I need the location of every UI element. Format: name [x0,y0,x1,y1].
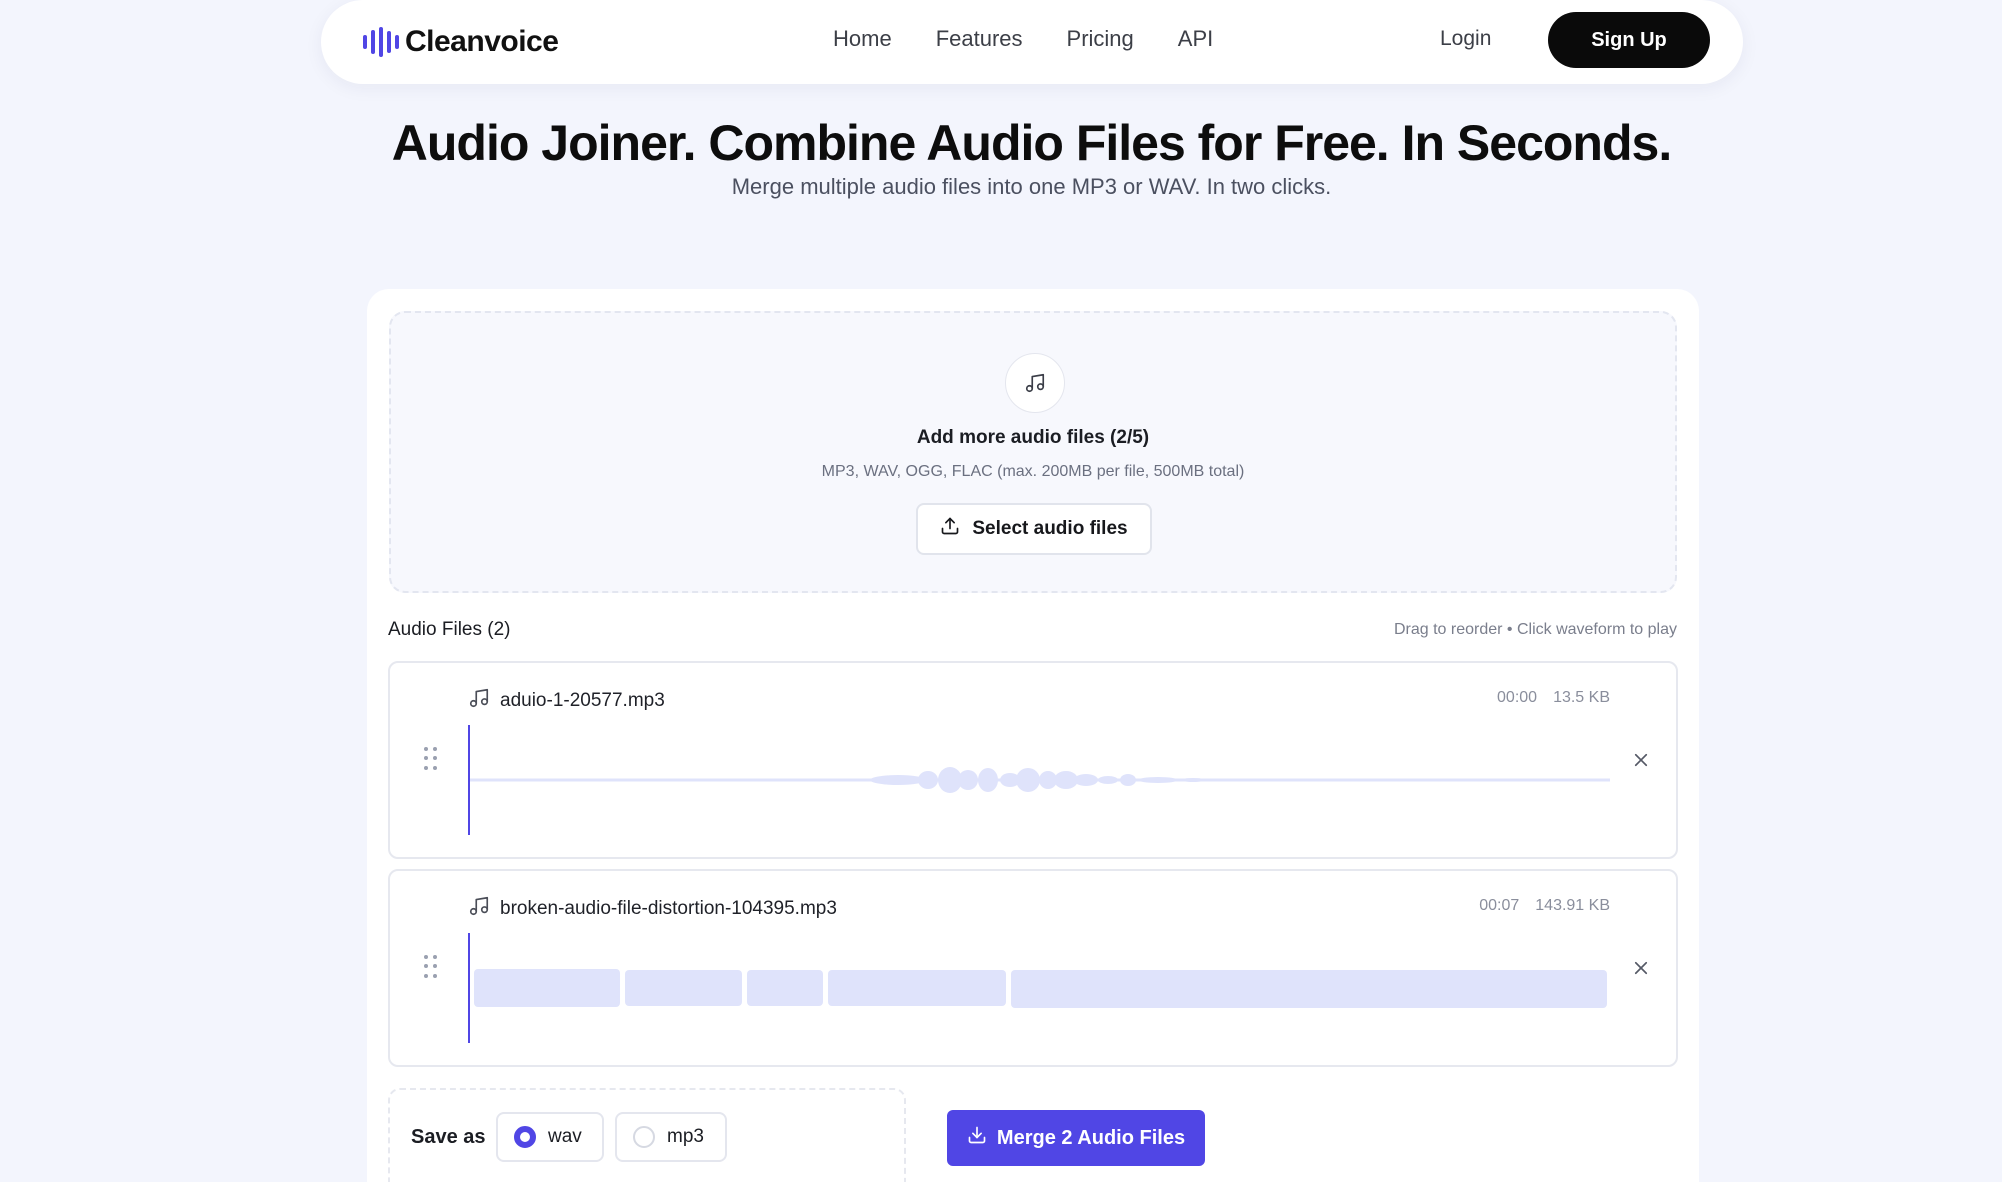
select-audio-files-label: Select audio files [972,518,1127,540]
file-name: broken-audio-file-distortion-104395.mp3 [500,898,837,920]
waveform[interactable] [468,725,1610,835]
remove-file-button[interactable] [1628,955,1654,981]
file-size: 13.5 KB [1553,689,1610,707]
audio-file-item[interactable]: aduio-1-20577.mp3 00:00 13.5 KB [388,661,1678,859]
radio-selected-icon [514,1126,536,1148]
format-option-label: mp3 [667,1126,704,1148]
output-format-box: Save as wav mp3 [388,1088,906,1182]
file-size: 143.91 KB [1535,897,1610,915]
waveform-logo-icon [363,27,399,57]
radio-unselected-icon [633,1126,655,1148]
drag-handle-icon[interactable] [424,747,438,771]
playhead[interactable] [468,933,470,1043]
file-name-row: aduio-1-20577.mp3 [468,687,665,714]
audio-files-heading: Audio Files (2) [388,619,511,641]
select-audio-files-button[interactable]: Select audio files [916,503,1152,555]
nav-links: Home Features Pricing API [833,24,1213,54]
nav-link-pricing[interactable]: Pricing [1067,24,1134,54]
drag-handle-icon[interactable] [424,955,438,979]
music-note-icon [468,687,490,714]
close-icon [1632,959,1650,977]
nav-link-home[interactable]: Home [833,24,892,54]
page-title: Audio Joiner. Combine Audio Files for Fr… [0,114,2002,172]
file-name: aduio-1-20577.mp3 [500,690,665,712]
upload-dropzone[interactable]: Add more audio files (2/5) MP3, WAV, OGG… [389,311,1677,593]
dropzone-title: Add more audio files (2/5) [391,427,1675,449]
format-option-wav[interactable]: wav [496,1112,604,1162]
upload-icon [940,516,960,542]
signup-button[interactable]: Sign Up [1548,12,1710,68]
login-link[interactable]: Login [1440,24,1491,54]
merge-button-label: Merge 2 Audio Files [997,1127,1185,1150]
close-icon [1632,751,1650,769]
audio-file-item[interactable]: broken-audio-file-distortion-104395.mp3 … [388,869,1678,1067]
remove-file-button[interactable] [1628,747,1654,773]
download-icon [967,1125,987,1151]
merge-audio-files-button[interactable]: Merge 2 Audio Files [947,1110,1205,1166]
file-meta: 00:00 13.5 KB [1497,689,1610,707]
file-duration: 00:00 [1497,689,1537,707]
playhead[interactable] [468,725,470,835]
top-navbar: Cleanvoice Home Features Pricing API Log… [321,0,1743,84]
format-option-mp3[interactable]: mp3 [615,1112,727,1162]
music-note-icon [468,895,490,922]
audio-files-hint: Drag to reorder • Click waveform to play [1394,621,1677,639]
joiner-card: Add more audio files (2/5) MP3, WAV, OGG… [367,289,1699,1182]
format-option-label: wav [548,1126,582,1148]
file-meta: 00:07 143.91 KB [1479,897,1610,915]
file-duration: 00:07 [1479,897,1519,915]
page-subtitle: Merge multiple audio files into one MP3 … [0,174,2002,200]
nav-link-features[interactable]: Features [936,24,1023,54]
nav-link-api[interactable]: API [1178,24,1213,54]
waveform[interactable] [468,933,1610,1043]
music-note-icon [1005,353,1065,413]
file-name-row: broken-audio-file-distortion-104395.mp3 [468,895,837,922]
dropzone-hint: MP3, WAV, OGG, FLAC (max. 200MB per file… [391,463,1675,481]
save-as-label: Save as [411,1126,486,1149]
logo-text: Cleanvoice [405,25,558,59]
logo[interactable]: Cleanvoice [363,22,558,62]
